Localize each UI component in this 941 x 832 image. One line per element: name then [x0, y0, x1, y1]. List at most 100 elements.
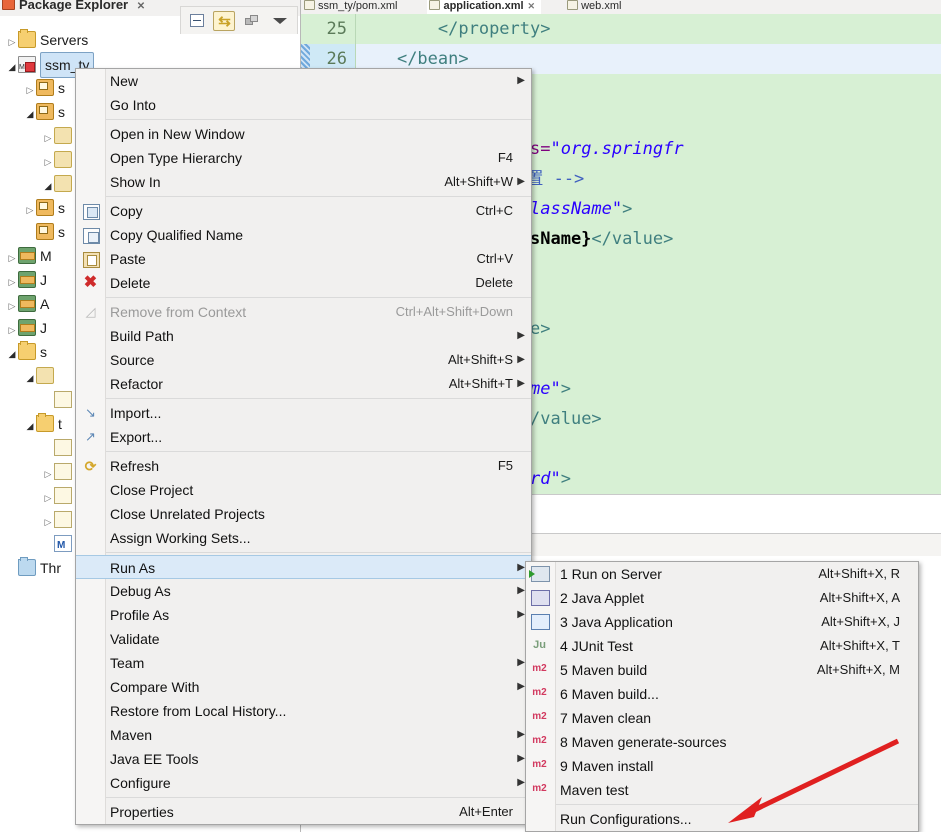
menu-item-remove-from-context: ◿ Remove from Context Ctrl+Alt+Shift+Down: [76, 300, 531, 324]
run-as-submenu[interactable]: 1 Run on Server Alt+Shift+X, R 2 Java Appl…: [525, 561, 919, 832]
file-icon: [54, 487, 72, 504]
menu-item-export[interactable]: ↗ Export...: [76, 425, 531, 449]
menu-item-new[interactable]: New ▶: [76, 69, 531, 93]
chevron-right-icon: ▶: [517, 354, 525, 365]
chevron-right-icon[interactable]: ▷: [6, 294, 18, 318]
tree-item-label: J: [40, 272, 47, 288]
chevron-right-icon[interactable]: ▷: [42, 486, 54, 510]
menu-item-properties[interactable]: Properties Alt+Enter: [76, 800, 531, 824]
chevron-right-icon: ▶: [517, 657, 525, 668]
menu-item-refactor[interactable]: Refactor Alt+Shift+T ▶: [76, 372, 531, 396]
delete-icon: ✖: [83, 274, 98, 291]
editor-tab[interactable]: web.xml: [565, 0, 627, 14]
chevron-right-icon[interactable]: ▷: [6, 318, 18, 342]
menu-separator: [556, 804, 918, 805]
close-icon[interactable]: ✕: [528, 0, 536, 13]
folder-icon: [18, 341, 36, 360]
chevron-right-icon: ▶: [517, 777, 525, 788]
m2-icon: m2: [532, 711, 547, 722]
run-as-item-maven-test[interactable]: m2 Maven test: [526, 778, 918, 802]
run-as-item-5-maven-build[interactable]: m2 5 Maven build Alt+Shift+X, M: [526, 658, 918, 682]
collapse-all-icon: [190, 14, 204, 27]
menu-item-label: Team: [110, 655, 145, 671]
menu-item-open-in-new-window[interactable]: Open in New Window: [76, 122, 531, 146]
chevron-down-icon[interactable]: ◢: [42, 174, 54, 198]
menu-item-compare-with[interactable]: Compare With ▶: [76, 675, 531, 699]
editor-tab[interactable]: application.xml ✕: [427, 0, 542, 14]
chevron-down-icon[interactable]: ◢: [6, 342, 18, 366]
menu-item-open-type-hierarchy[interactable]: Open Type Hierarchy F4: [76, 146, 531, 170]
run-as-item-6-maven-build[interactable]: m2 6 Maven build...: [526, 682, 918, 706]
chevron-down-icon[interactable]: ◢: [24, 414, 36, 438]
pkgroot-icon: [36, 199, 54, 216]
menu-item-label: Delete: [110, 275, 151, 291]
menu-item-import[interactable]: ↘ Import...: [76, 401, 531, 425]
chevron-down-icon[interactable]: ◢: [24, 366, 36, 390]
run-as-item-7-maven-clean[interactable]: m2 7 Maven clean: [526, 706, 918, 730]
run-as-item-3-java-application[interactable]: 3 Java Application Alt+Shift+X, J: [526, 610, 918, 634]
tree-item-label: J: [40, 320, 47, 336]
menu-item-debug-as[interactable]: Debug As ▶: [76, 579, 531, 603]
menu-item-profile-as[interactable]: Profile As ▶: [76, 603, 531, 627]
menu-item-delete[interactable]: ✖ Delete Delete: [76, 271, 531, 295]
menu-item-maven[interactable]: Maven ▶: [76, 723, 531, 747]
menu-item-label: Close Project: [110, 482, 194, 498]
menu-item-build-path[interactable]: Build Path ▶: [76, 324, 531, 348]
package-explorer-icon: [2, 0, 15, 10]
menu-separator: [106, 797, 531, 798]
menu-item-configure[interactable]: Configure ▶: [76, 771, 531, 795]
menu-item-team[interactable]: Team ▶: [76, 651, 531, 675]
run-as-item-2-java-applet[interactable]: 2 Java Applet Alt+Shift+X, A: [526, 586, 918, 610]
menu-item-assign-working-sets[interactable]: Assign Working Sets...: [76, 526, 531, 550]
menu-item-source[interactable]: Source Alt+Shift+S ▶: [76, 348, 531, 372]
chevron-down-icon[interactable]: ◢: [24, 102, 36, 126]
menu-item-restore-from-local-history[interactable]: Restore from Local History...: [76, 699, 531, 723]
menu-item-go-into[interactable]: Go Into: [76, 93, 531, 117]
close-icon[interactable]: ✕: [137, 1, 145, 12]
chevron-right-icon[interactable]: ▷: [42, 510, 54, 534]
menu-item-close-project[interactable]: Close Project: [76, 478, 531, 502]
chevron-right-icon[interactable]: ▷: [42, 126, 54, 150]
folder-icon: [18, 29, 36, 48]
project-context-menu[interactable]: New ▶ Go Into Open in New Window Open Type H…: [75, 68, 532, 825]
chevron-right-icon[interactable]: ▷: [6, 30, 18, 54]
tree-item-label: s: [58, 224, 65, 240]
chevron-right-icon[interactable]: ▷: [42, 462, 54, 486]
menu-item-show-in[interactable]: Show In Alt+Shift+W ▶: [76, 170, 531, 194]
menu-item-refresh[interactable]: ⟳ Refresh F5: [76, 454, 531, 478]
tree-item-label: Servers: [40, 32, 89, 48]
m2-icon: m2: [532, 735, 547, 746]
chevron-right-icon[interactable]: ▷: [24, 78, 36, 102]
run-as-item-8-maven-generate-sources[interactable]: m2 8 Maven generate-sources: [526, 730, 918, 754]
run-as-item-9-maven-install[interactable]: m2 9 Maven install: [526, 754, 918, 778]
chevron-right-icon[interactable]: ▷: [42, 150, 54, 174]
run-as-item-1-run-on-server[interactable]: 1 Run on Server Alt+Shift+X, R: [526, 562, 918, 586]
run-as-item-4-junit-test[interactable]: Ju 4 JUnit Test Alt+Shift+X, T: [526, 634, 918, 658]
menu-item-validate[interactable]: Validate: [76, 627, 531, 651]
menu-item-label: Open Type Hierarchy: [110, 150, 243, 166]
menu-item-label: Validate: [110, 631, 160, 647]
menu-item-paste[interactable]: Paste Ctrl+V: [76, 247, 531, 271]
pkg-icon: [54, 151, 72, 168]
menu-item-close-unrelated-projects[interactable]: Close Unrelated Projects: [76, 502, 531, 526]
menu-item-copy[interactable]: Copy Ctrl+C: [76, 199, 531, 223]
menu-item-accelerator: F4: [497, 150, 513, 165]
editor-tab[interactable]: ssm_ty/pom.xml: [302, 0, 403, 14]
chevron-right-icon[interactable]: ▷: [6, 246, 18, 270]
menu-item-accelerator: Alt+Shift+S: [447, 352, 513, 367]
menu-item-label: Refresh: [110, 458, 160, 474]
run-as-item-run-configurations[interactable]: Run Configurations...: [526, 807, 918, 831]
chevron-right-icon: ▶: [517, 562, 525, 573]
tree-item[interactable]: ▷ Servers: [0, 28, 300, 52]
mfile-icon: [54, 534, 72, 558]
menu-separator: [106, 119, 531, 120]
tab-package-explorer[interactable]: Package Explorer ✕: [2, 0, 145, 14]
menu-item-java-ee-tools[interactable]: Java EE Tools ▶: [76, 747, 531, 771]
chevron-right-icon[interactable]: ▷: [24, 198, 36, 222]
chevron-right-icon[interactable]: ▷: [6, 270, 18, 294]
project-icon: [18, 56, 36, 80]
menu-separator: [106, 297, 531, 298]
menu-item-run-as[interactable]: Run As ▶: [76, 555, 531, 579]
code-line[interactable]: </property>: [356, 14, 941, 44]
menu-item-copy-qualified-name[interactable]: Copy Qualified Name: [76, 223, 531, 247]
